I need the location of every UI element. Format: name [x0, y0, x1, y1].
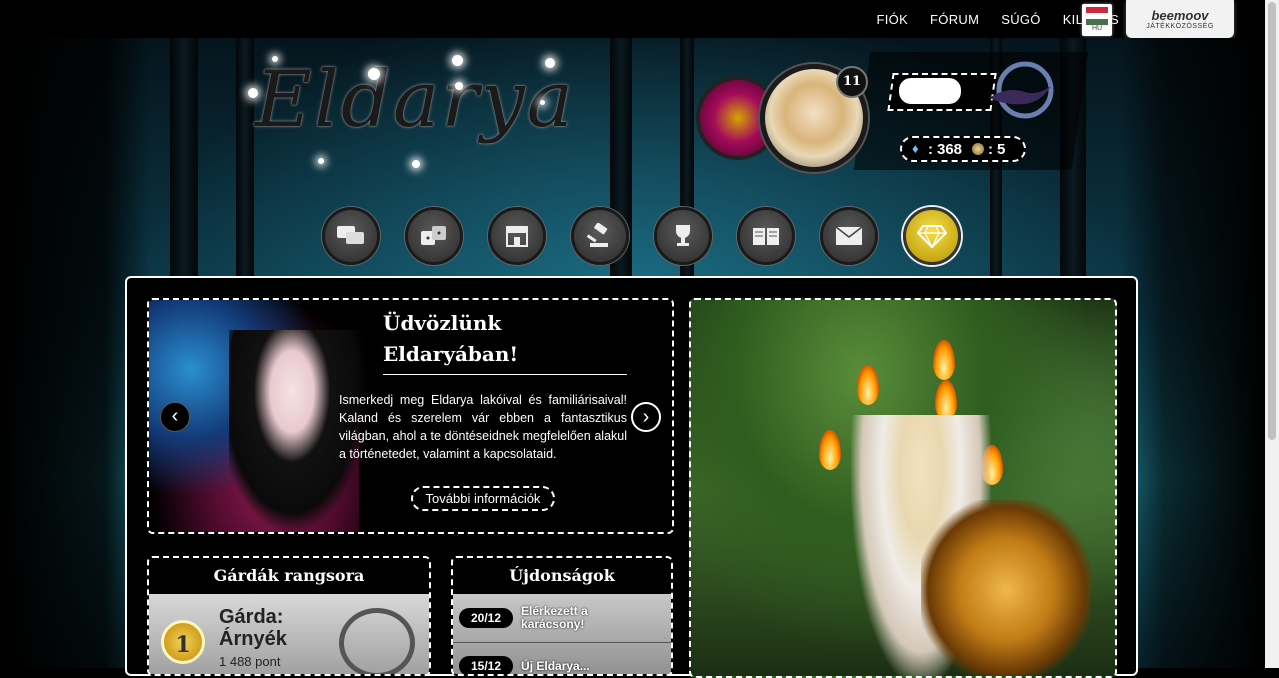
language-code: HU — [1091, 25, 1103, 32]
flame — [933, 340, 955, 380]
sparkle — [412, 160, 420, 168]
book-icon[interactable] — [737, 207, 795, 265]
player-character-scene[interactable] — [689, 298, 1117, 678]
slider-title: Üdvözlünk Eldaryában! — [383, 308, 627, 375]
guard-ranking-entry[interactable]: 1 Gárda: Árnyék 1 488 pont — [149, 594, 429, 674]
page-scrollbar[interactable] — [1265, 0, 1279, 668]
flame — [935, 380, 957, 420]
news-title: Újdonságok — [509, 566, 615, 585]
main-nav — [322, 207, 961, 265]
news-item[interactable]: 20/12 Elérkezett a karácsony! — [459, 598, 631, 638]
maana-icon: ♦ — [912, 141, 919, 156]
beemoov-badge[interactable]: beemoov JÁTÉKKÖZÖSSÉG — [1126, 0, 1234, 38]
mail-icon[interactable] — [820, 207, 878, 265]
golden-lion-familiar — [921, 500, 1091, 676]
sparkle — [368, 68, 380, 80]
sparkle — [248, 88, 258, 98]
sparkle — [545, 58, 555, 68]
maana-value: 368 — [937, 140, 963, 158]
gold-coin-icon — [972, 143, 985, 155]
news-divider — [453, 642, 671, 643]
sparkle — [272, 56, 278, 62]
nav-forum[interactable]: FÓRUM — [930, 12, 979, 27]
flame — [819, 430, 841, 470]
slider-next-button[interactable]: › — [631, 402, 661, 432]
guard-points: 1 488 pont — [219, 654, 281, 669]
scrollbar-thumb[interactable] — [1268, 2, 1276, 440]
guard-ranking-box: Gárdák rangsora 1 Gárda: Árnyék 1 488 po… — [147, 556, 431, 676]
beemoov-logo: beemoov — [1151, 8, 1209, 23]
sparkle — [318, 158, 324, 164]
nav-help[interactable]: SÚGÓ — [1001, 12, 1040, 27]
diamond-icon[interactable] — [903, 207, 961, 265]
gold-label: : — [988, 140, 994, 158]
level-badge: 11 — [836, 66, 868, 98]
slider-prev-button[interactable]: ‹ — [160, 402, 190, 432]
more-info-button[interactable]: További információk — [411, 486, 555, 511]
news-date: 15/12 — [459, 656, 514, 674]
sparkle — [540, 100, 545, 105]
shadow-guard-crest-icon — [339, 608, 415, 674]
news-text: Új Eldarya... — [521, 658, 590, 673]
player-name-pill — [899, 78, 961, 104]
currency-box: ♦ : 368 : 5 — [900, 136, 1026, 162]
sparkle — [455, 82, 463, 90]
beemoov-sub: JÁTÉKKÖZÖSSÉG — [1146, 23, 1214, 30]
news-text: Elérkezett a karácsony! — [521, 604, 588, 631]
flame — [857, 365, 879, 405]
side-shade-right — [1120, 38, 1265, 668]
guard-name: Gárda: Árnyék — [219, 606, 287, 650]
guard-crest-icon[interactable] — [985, 58, 1057, 126]
dice-icon[interactable] — [405, 207, 463, 265]
news-list: 20/12 Elérkezett a karácsony! 15/12 Új E… — [453, 594, 671, 674]
auction-gavel-icon[interactable] — [571, 207, 629, 265]
news-date: 20/12 — [459, 608, 514, 628]
shop-icon[interactable] — [488, 207, 546, 265]
news-box: Újdonságok 20/12 Elérkezett a karácsony!… — [451, 556, 673, 676]
guard-ranking-title: Gárdák rangsora — [213, 566, 365, 585]
slider-text: Ismerkedj meg Eldarya lakóival és famili… — [339, 393, 627, 461]
chat-icon[interactable] — [322, 207, 380, 265]
game-logo[interactable]: Eldarya — [255, 55, 575, 145]
language-selector[interactable]: HU — [1082, 4, 1112, 36]
sparkle — [452, 55, 463, 66]
trophy-icon[interactable] — [654, 207, 712, 265]
news-item[interactable]: 15/12 Új Eldarya... — [459, 646, 631, 674]
rank-medal-icon: 1 — [161, 620, 205, 664]
maana-label: : — [928, 140, 933, 158]
nav-account[interactable]: FIÓK — [877, 12, 909, 27]
gold-value: 5 — [997, 140, 1006, 158]
